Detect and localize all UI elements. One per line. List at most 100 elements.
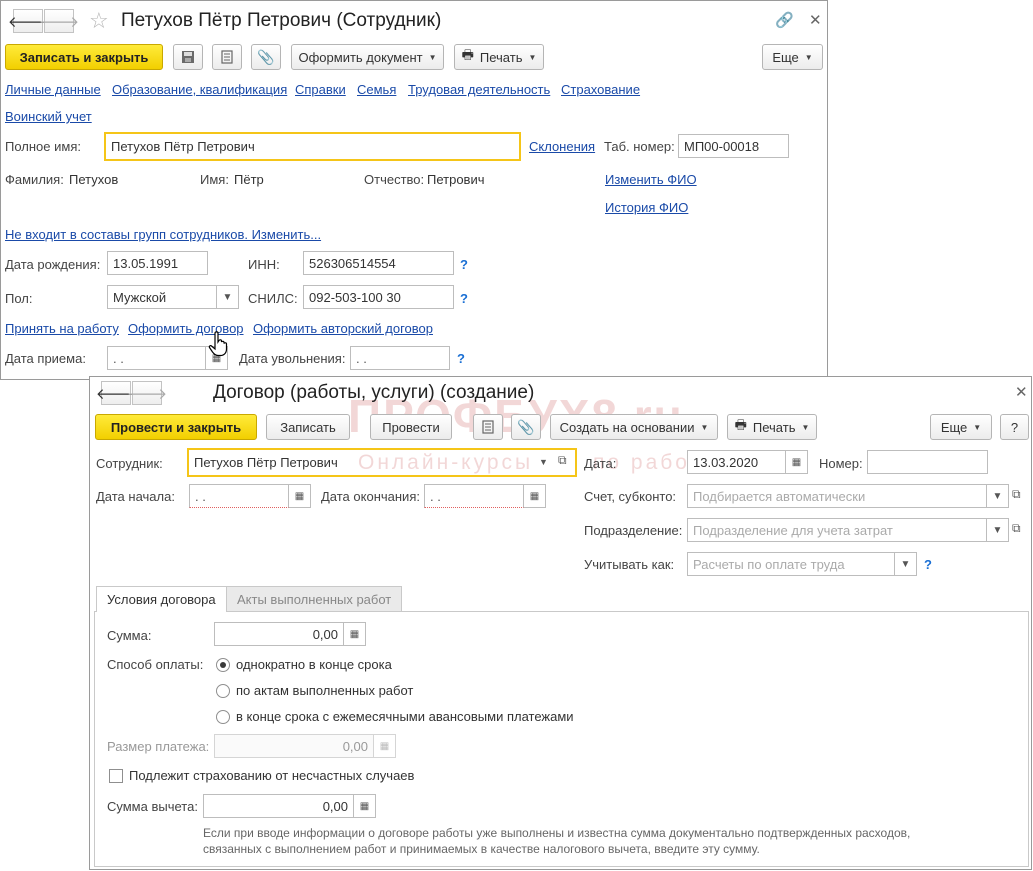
- snils-help-icon[interactable]: ?: [460, 291, 468, 306]
- end-date-label: Дата окончания:: [321, 489, 420, 504]
- hire-date-input[interactable]: . .: [107, 346, 206, 370]
- contract-more-label: Еще: [940, 419, 968, 435]
- account-dropdown-icon[interactable]: ▼: [987, 484, 1009, 508]
- list-icon[interactable]: [212, 44, 242, 70]
- account-as-label: Учитывать как:: [584, 557, 675, 572]
- link-icon[interactable]: 🔗: [775, 11, 794, 29]
- contract-save-button[interactable]: Записать: [266, 414, 350, 440]
- dismiss-date-input[interactable]: . .: [350, 346, 450, 370]
- forward-button[interactable]: 🡒: [39, 9, 79, 33]
- end-date-input[interactable]: . .: [424, 484, 524, 508]
- star-icon[interactable]: ☆: [89, 8, 109, 34]
- surname-label: Фамилия:: [5, 172, 64, 187]
- hire-link[interactable]: Принять на работу: [5, 321, 119, 336]
- sum-calculator-icon[interactable]: ▦: [344, 622, 366, 646]
- start-calendar-icon[interactable]: ▦: [289, 484, 311, 508]
- contract-forward-button[interactable]: 🡒: [127, 381, 167, 405]
- date-input[interactable]: 13.03.2020: [687, 450, 786, 474]
- start-date-label: Дата начала:: [96, 489, 175, 504]
- contract-more-button[interactable]: Еще ▼: [930, 414, 992, 440]
- account-as-select[interactable]: Расчеты по оплате труда: [687, 552, 895, 576]
- full-name-input[interactable]: Петухов Пётр Петрович: [104, 132, 521, 161]
- print-button[interactable]: 🖶 Печать ▼: [454, 44, 544, 70]
- close-icon[interactable]: ✕: [809, 11, 822, 29]
- save-icon[interactable]: [173, 44, 203, 70]
- dismiss-help-icon[interactable]: ?: [457, 351, 465, 366]
- author-contract-link[interactable]: Оформить авторский договор: [253, 321, 433, 336]
- post-button[interactable]: Провести: [370, 414, 452, 440]
- tab-references[interactable]: Справки: [295, 82, 346, 97]
- tab-acts[interactable]: Акты выполненных работ: [226, 586, 403, 612]
- create-based-button[interactable]: Создать на основании ▼: [550, 414, 718, 440]
- post-close-button[interactable]: Провести и закрыть: [95, 414, 257, 440]
- dept-select[interactable]: Подразделение для учета затрат: [687, 518, 987, 542]
- sum-input[interactable]: 0,00: [214, 622, 344, 646]
- account-as-help-icon[interactable]: ?: [924, 557, 932, 572]
- inn-input[interactable]: 526306514554: [303, 251, 454, 275]
- deduction-input[interactable]: 0,00: [203, 794, 354, 818]
- start-date-input[interactable]: . .: [189, 484, 289, 508]
- payment-option-advance[interactable]: в конце срока с ежемесячными авансовыми …: [236, 709, 574, 724]
- contract-print-button[interactable]: 🖶 Печать ▼: [727, 414, 817, 440]
- deduction-calculator-icon[interactable]: ▦: [354, 794, 376, 818]
- tab-conditions[interactable]: Условия договора: [96, 586, 227, 612]
- patronymic-label: Отчество:: [364, 172, 425, 187]
- employee-window: 🡐 🡒 ☆ Петухов Пётр Петрович (Сотрудник) …: [0, 0, 828, 380]
- contract-list-icon[interactable]: [473, 414, 503, 440]
- date-calendar-icon[interactable]: ▦: [786, 450, 808, 474]
- dept-open-icon[interactable]: ⧉: [1012, 521, 1021, 536]
- insurance-label[interactable]: Подлежит страхованию от несчастных случа…: [129, 768, 414, 783]
- payment-size-input: 0,00: [214, 734, 374, 758]
- printer-icon: 🖶: [461, 47, 474, 62]
- employee-dropdown-icon[interactable]: ▼: [539, 457, 548, 467]
- create-document-button[interactable]: Оформить документ ▼: [291, 44, 444, 70]
- sum-label: Сумма:: [107, 628, 152, 643]
- contract-window: ПРОФБУХ8.ru Онлайн-курсы по работе в 1С …: [89, 376, 1032, 870]
- payment-radio-acts[interactable]: [216, 684, 230, 698]
- employee-open-icon[interactable]: ⧉: [558, 453, 567, 468]
- employee-select[interactable]: Петухов Пётр Петрович: [187, 448, 577, 477]
- patronymic-value: Петрович: [427, 172, 485, 187]
- attach-icon[interactable]: 📎: [251, 44, 281, 70]
- dept-dropdown-icon[interactable]: ▼: [987, 518, 1009, 542]
- tab-family[interactable]: Семья: [357, 82, 396, 97]
- help-button[interactable]: ?: [1000, 414, 1029, 440]
- contract-printer-icon: 🖶: [734, 417, 747, 432]
- end-calendar-icon[interactable]: ▦: [524, 484, 546, 508]
- number-input[interactable]: [867, 450, 988, 474]
- tab-education[interactable]: Образование, квалификация: [112, 82, 287, 97]
- more-button[interactable]: Еще ▼: [762, 44, 823, 70]
- employee-title: Петухов Пётр Петрович (Сотрудник): [121, 10, 442, 31]
- more-label: Еще: [772, 49, 799, 65]
- save-close-button[interactable]: Записать и закрыть: [5, 44, 163, 70]
- contract-close-icon[interactable]: ✕: [1015, 383, 1028, 401]
- insurance-checkbox[interactable]: [109, 769, 123, 783]
- contract-attach-icon[interactable]: 📎: [511, 414, 541, 440]
- tab-personal[interactable]: Личные данные: [5, 82, 101, 97]
- inn-help-icon[interactable]: ?: [460, 257, 468, 272]
- dept-label: Подразделение:: [584, 523, 683, 538]
- snils-input[interactable]: 092-503-100 30: [303, 285, 454, 309]
- print-label: Печать: [479, 49, 523, 65]
- change-fio-link[interactable]: Изменить ФИО: [605, 172, 697, 187]
- birth-date-input[interactable]: 13.05.1991: [107, 251, 208, 275]
- account-select[interactable]: Подбирается автоматически: [687, 484, 987, 508]
- tab-military[interactable]: Воинский учет: [5, 109, 92, 124]
- payment-option-once[interactable]: однократно в конце срока: [236, 657, 392, 672]
- post-label: Провести: [382, 419, 440, 435]
- payment-radio-advance[interactable]: [216, 710, 230, 724]
- tab-work[interactable]: Трудовая деятельность: [408, 82, 550, 97]
- declensions-link[interactable]: Склонения: [529, 139, 595, 154]
- tab-insurance[interactable]: Страхование: [561, 82, 640, 97]
- sex-dropdown-icon[interactable]: ▼: [217, 285, 239, 309]
- name-value: Пётр: [234, 172, 264, 187]
- groups-link[interactable]: Не входит в составы групп сотрудников. И…: [5, 227, 321, 242]
- payment-radio-once[interactable]: [216, 658, 230, 672]
- account-as-dropdown-icon[interactable]: ▼: [895, 552, 917, 576]
- payment-option-acts[interactable]: по актам выполненных работ: [236, 683, 413, 698]
- save-close-label: Записать и закрыть: [19, 49, 149, 65]
- tab-number-input[interactable]: МП00-00018: [678, 134, 789, 158]
- history-fio-link[interactable]: История ФИО: [605, 200, 688, 215]
- sex-select[interactable]: Мужской: [107, 285, 217, 309]
- account-open-icon[interactable]: ⧉: [1012, 487, 1021, 502]
